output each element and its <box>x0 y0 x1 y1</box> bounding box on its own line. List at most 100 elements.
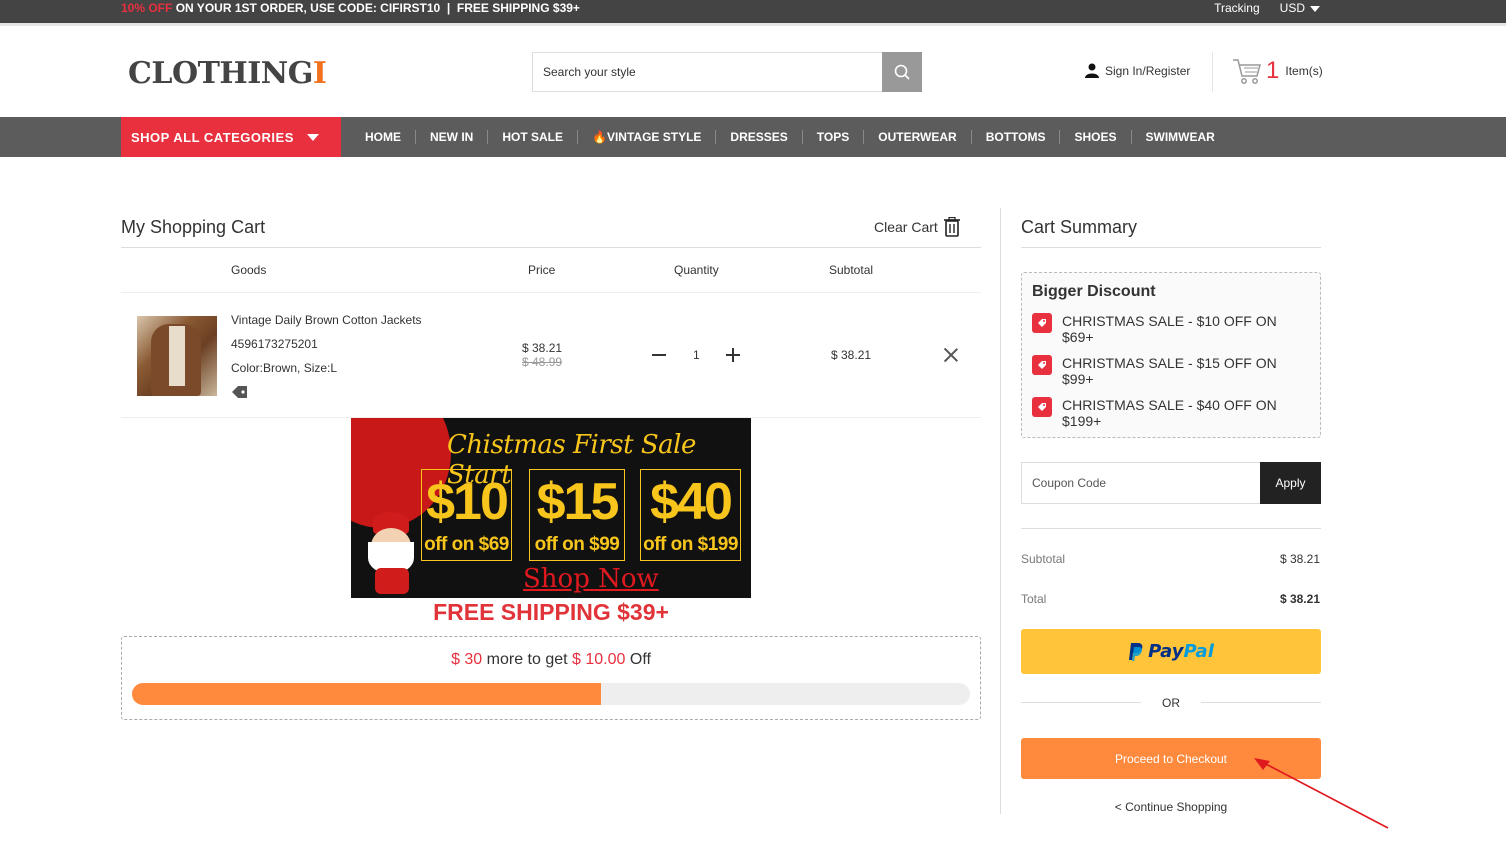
shop-now-link[interactable]: Shop Now <box>523 564 659 594</box>
user-icon <box>1085 63 1099 78</box>
progress-text: more to get <box>482 651 573 668</box>
discount-amount: $ 10.00 <box>572 651 626 668</box>
clear-cart-label: Clear Cart <box>874 219 938 235</box>
bigger-discount-box: Bigger Discount CHRISTMAS SALE - $10 OFF… <box>1021 272 1321 438</box>
or-separator: OR <box>1162 696 1180 710</box>
search-button[interactable] <box>882 52 922 92</box>
search-bar <box>532 52 922 92</box>
search-input[interactable] <box>533 53 881 91</box>
cart-icon <box>1233 59 1261 84</box>
site-logo[interactable]: CLOTHINGI <box>128 56 327 91</box>
header-cart[interactable]: 1 Item(s) <box>1232 57 1323 85</box>
header-divider <box>1212 52 1213 92</box>
paypal-button[interactable]: Pay Pal <box>1021 629 1321 674</box>
discount-text: CHRISTMAS SALE - $40 OFF ON $199+ <box>1062 397 1277 429</box>
trash-icon <box>943 217 960 237</box>
subtotal-value: $ 38.21 <box>1279 552 1320 566</box>
discount-item: CHRISTMAS SALE - $10 OFF ON $69+ <box>1032 313 1312 345</box>
nav-item-bottoms[interactable]: BOTTOMS <box>972 130 1061 144</box>
total-label: Total <box>1021 592 1047 606</box>
coupon-form: Apply <box>1021 462 1321 504</box>
total-value: $ 38.21 <box>1279 592 1320 606</box>
logo-text: CLOTHING <box>128 56 313 91</box>
paypal-text-pal: Pal <box>1183 641 1214 662</box>
free-discount-progress: $ 30 more to get $ 10.00 Off <box>121 636 981 720</box>
coupon-tag-icon <box>1032 313 1052 333</box>
currency-label: USD <box>1279 1 1305 15</box>
cart-count: 1 <box>1266 57 1280 84</box>
offer-condition: off on $99 <box>534 534 620 555</box>
chevron-down-icon <box>307 134 319 141</box>
offer-box: $15 off on $99 <box>529 469 625 561</box>
column-header-quantity: Quantity <box>674 263 719 277</box>
promo-highlight: 10% OFF <box>121 1 173 15</box>
coupon-code-input[interactable] <box>1022 463 1260 503</box>
column-header-price: Price <box>528 263 556 277</box>
offer-box: $40 off on $199 <box>640 469 741 561</box>
topbar-divider <box>0 23 1506 26</box>
currency-selector[interactable]: USD <box>1280 1 1320 15</box>
column-header-goods: Goods <box>231 263 267 277</box>
remove-item-button[interactable] <box>944 348 958 362</box>
logo-accent: I <box>312 56 327 91</box>
offer-condition: off on $199 <box>643 534 738 555</box>
discount-text: CHRISTMAS SALE - $10 OFF ON $69+ <box>1062 313 1277 345</box>
progress-fill <box>132 683 602 705</box>
summary-title: Cart Summary <box>1021 217 1138 237</box>
promo-message: 10% OFF ON YOUR 1ST ORDER, USE CODE: CIF… <box>121 1 580 15</box>
free-shipping-notice: FREE SHIPPING $39+ <box>433 599 669 625</box>
quantity-value[interactable]: 1 <box>693 348 700 362</box>
product-price: $ 38.21 <box>522 341 563 355</box>
divider <box>121 292 981 293</box>
search-icon <box>894 64 910 80</box>
clear-cart-button[interactable]: Clear Cart <box>874 217 960 237</box>
progress-text-end: Off <box>625 651 651 668</box>
divider <box>121 247 981 248</box>
nav-item-vintage-style[interactable]: 🔥VINTAGE STYLE <box>578 130 717 144</box>
product-original-price: $ 48.99 <box>522 355 563 369</box>
offer-amount: $10 <box>426 473 509 531</box>
main-nav: SHOP ALL CATEGORIES HOME NEW IN HOT SALE… <box>0 117 1506 157</box>
divider <box>1021 247 1321 248</box>
nav-item-hot-sale[interactable]: HOT SALE <box>488 130 579 144</box>
nav-item-swimwear[interactable]: SWIMWEAR <box>1132 130 1229 144</box>
coupon-tag-icon <box>1032 355 1052 375</box>
nav-links: HOME NEW IN HOT SALE 🔥VINTAGE STYLE DRES… <box>351 117 1229 157</box>
christmas-sale-banner[interactable]: Chistmas First Sale Start $10 off on $69… <box>351 418 751 598</box>
tag-icon[interactable] <box>232 385 248 404</box>
promo-text: ON YOUR 1ST ORDER, USE CODE: CIFIRST10 |… <box>172 1 580 15</box>
apply-coupon-button[interactable]: Apply <box>1260 462 1321 504</box>
offer-box: $10 off on $69 <box>421 469 512 561</box>
progress-track <box>132 683 970 705</box>
nav-item-new-in[interactable]: NEW IN <box>416 130 489 144</box>
sign-in-link[interactable]: Sign In/Register <box>1085 63 1190 78</box>
divider <box>1021 528 1321 529</box>
quantity-increase-button[interactable] <box>726 348 740 362</box>
product-name[interactable]: Vintage Daily Brown Cotton Jackets <box>231 313 422 327</box>
cart-label: Item(s) <box>1285 64 1323 78</box>
nav-item-shoes[interactable]: SHOES <box>1060 130 1132 144</box>
nav-item-outerwear[interactable]: OUTERWEAR <box>864 130 972 144</box>
more-amount: $ 30 <box>451 651 483 668</box>
shop-all-categories-button[interactable]: SHOP ALL CATEGORIES <box>121 117 341 157</box>
product-image[interactable] <box>137 316 217 396</box>
offer-condition: off on $69 <box>424 534 509 555</box>
quantity-decrease-button[interactable] <box>652 354 666 356</box>
coupon-tag-icon <box>1032 397 1052 417</box>
santa-body-graphic <box>375 568 409 594</box>
tracking-link[interactable]: Tracking <box>1214 1 1260 15</box>
top-promo-bar: 10% OFF ON YOUR 1ST ORDER, USE CODE: CIF… <box>0 0 1506 23</box>
sign-in-label: Sign In/Register <box>1105 63 1191 78</box>
cart-title: My Shopping Cart <box>121 217 266 237</box>
offer-amount: $40 <box>650 473 733 531</box>
paypal-logo-icon <box>1129 642 1143 661</box>
nav-item-tops[interactable]: TOPS <box>803 130 865 144</box>
progress-message: $ 30 more to get $ 10.00 Off <box>122 651 980 669</box>
shop-all-label: SHOP ALL CATEGORIES <box>131 129 294 145</box>
discount-item: CHRISTMAS SALE - $40 OFF ON $199+ <box>1032 397 1312 429</box>
annotation-arrow-icon <box>1254 758 1389 829</box>
nav-item-dresses[interactable]: DRESSES <box>716 130 803 144</box>
product-sku: 4596173275201 <box>231 337 318 351</box>
discount-text: CHRISTMAS SALE - $15 OFF ON $99+ <box>1062 355 1277 387</box>
nav-item-home[interactable]: HOME <box>351 130 416 144</box>
